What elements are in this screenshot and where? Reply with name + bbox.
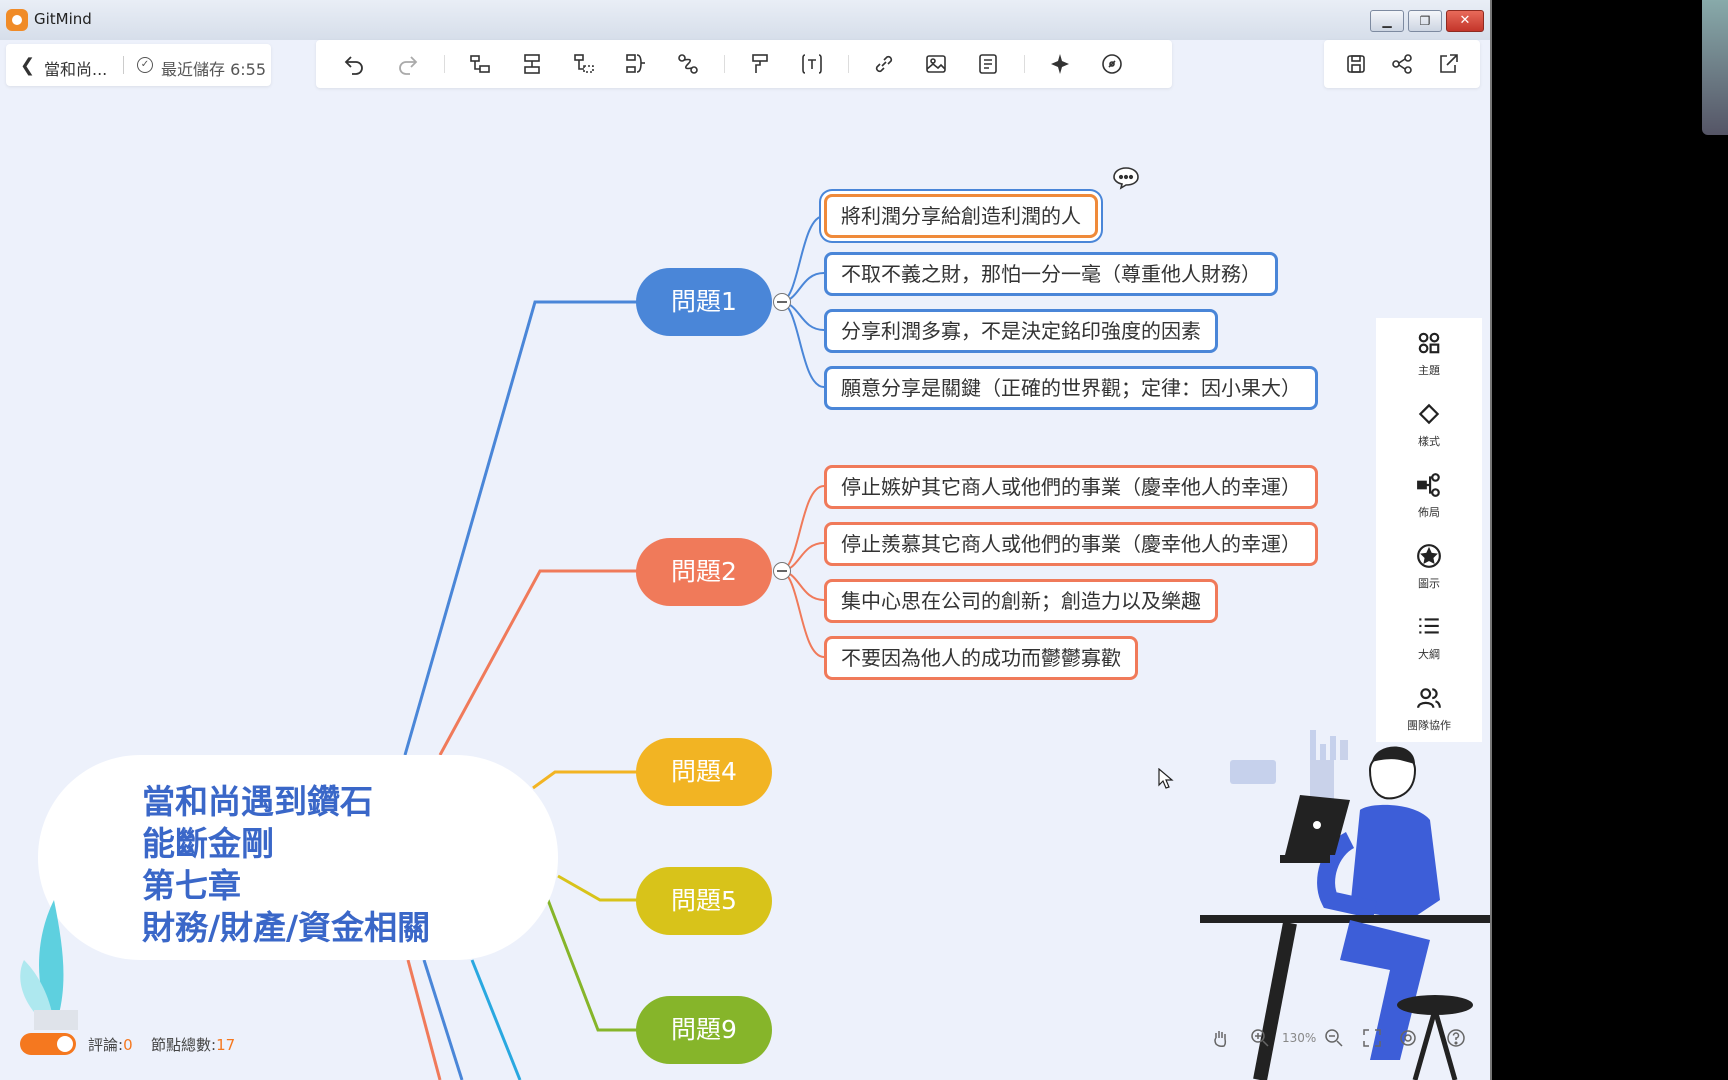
illustration-plant [20, 900, 78, 1030]
sidebar-item-theme[interactable]: 主題 [1376, 322, 1482, 388]
webcam-overlay [1702, 0, 1728, 135]
illustration-chat-bubble [1230, 760, 1276, 784]
root-title-line: 能斷金剛 [142, 824, 274, 863]
branch-node-q9[interactable]: 問題9 [636, 996, 772, 1064]
settings-icon[interactable] [1398, 1028, 1418, 1048]
leaf-node[interactable]: 分享利潤多寡，不是決定銘印強度的因素 [824, 309, 1218, 353]
nodes-count: 節點總數:17 [151, 1036, 236, 1054]
sidebar-item-label: 樣式 [1418, 435, 1440, 448]
root-title-line: 當和尚遇到鑽石 [142, 782, 373, 821]
sidebar-item-label: 圖示 [1418, 577, 1440, 590]
branch-node-q2[interactable]: 問題2 [636, 538, 772, 606]
sidebar-item-team[interactable]: 團隊協作 [1376, 677, 1482, 743]
sidebar-item-label: 團隊協作 [1407, 719, 1451, 732]
leaf-node-selected[interactable]: 將利潤分享給創造利潤的人 [824, 194, 1098, 238]
sidebar-item-label: 大綱 [1418, 648, 1440, 661]
help-icon[interactable] [1446, 1028, 1466, 1048]
zoom-level[interactable]: 130% [1282, 1031, 1316, 1045]
sidebar-item-layout[interactable]: 佈局 [1376, 464, 1482, 530]
theme-icon [1418, 332, 1440, 354]
leaf-node[interactable]: 停止羨慕其它商人或他們的事業（慶幸他人的幸運） [824, 522, 1318, 566]
root-title-line: 第七章 [142, 866, 241, 905]
collapse-toggle-q2[interactable] [773, 562, 791, 580]
sidebar-item-outline[interactable]: 大綱 [1376, 606, 1482, 672]
branch-node-q4[interactable]: 問題4 [636, 738, 772, 806]
app-window: GitMind ▁ ❐ ✕ ❮ 當和尚... ✓ 最近儲存 6:55 問題1 問… [0, 0, 1492, 1080]
zoom-in-icon[interactable] [1250, 1028, 1270, 1048]
leaf-node[interactable]: 停止嫉妒其它商人或他們的事業（慶幸他人的幸運） [824, 465, 1318, 509]
sidebar-item-style[interactable]: 樣式 [1376, 393, 1482, 459]
zoom-out-icon[interactable] [1324, 1028, 1344, 1048]
leaf-node[interactable]: 集中心思在公司的創新；創造力以及樂趣 [824, 579, 1218, 623]
branch-node-q1[interactable]: 問題1 [636, 268, 772, 336]
leaf-node[interactable]: 不要因為他人的成功而鬱鬱寡歡 [824, 636, 1138, 680]
leaf-node[interactable]: 願意分享是關鍵（正確的世界觀；定律：因小果大） [824, 366, 1318, 410]
outline-icon [1419, 618, 1439, 634]
leaf-node[interactable]: 不取不義之財，那怕一分一毫（尊重他人財務） [824, 252, 1278, 296]
mouse-cursor-icon [1158, 768, 1174, 789]
branch-node-q5[interactable]: 問題5 [636, 867, 772, 935]
comments-toggle[interactable] [20, 1033, 76, 1055]
style-icon [1418, 403, 1440, 425]
sidebar-item-icons[interactable]: 圖示 [1376, 535, 1482, 601]
sidebar-item-label: 主題 [1418, 364, 1440, 377]
collapse-toggle-q1[interactable] [773, 293, 791, 311]
root-title-line: 財務/財產/資金相關 [142, 908, 431, 947]
comment-bubble-icon[interactable] [1112, 166, 1140, 190]
sidebar-item-label: 佈局 [1418, 506, 1440, 519]
fit-screen-icon[interactable] [1362, 1028, 1382, 1048]
right-sidebar: 主題 樣式 佈局 圖示 大綱 團隊協作 [1376, 318, 1482, 742]
hand-pan-icon[interactable] [1210, 1028, 1230, 1048]
root-node[interactable]: 當和尚遇到鑽石 能斷金剛 第七章 財務/財產/資金相關 [38, 755, 558, 960]
icon-icon [1417, 544, 1441, 568]
comments-count: 評論:0 [88, 1036, 133, 1054]
layout-icon [1417, 473, 1440, 497]
illustration-bars [1310, 730, 1336, 760]
team-icon [1417, 688, 1441, 709]
